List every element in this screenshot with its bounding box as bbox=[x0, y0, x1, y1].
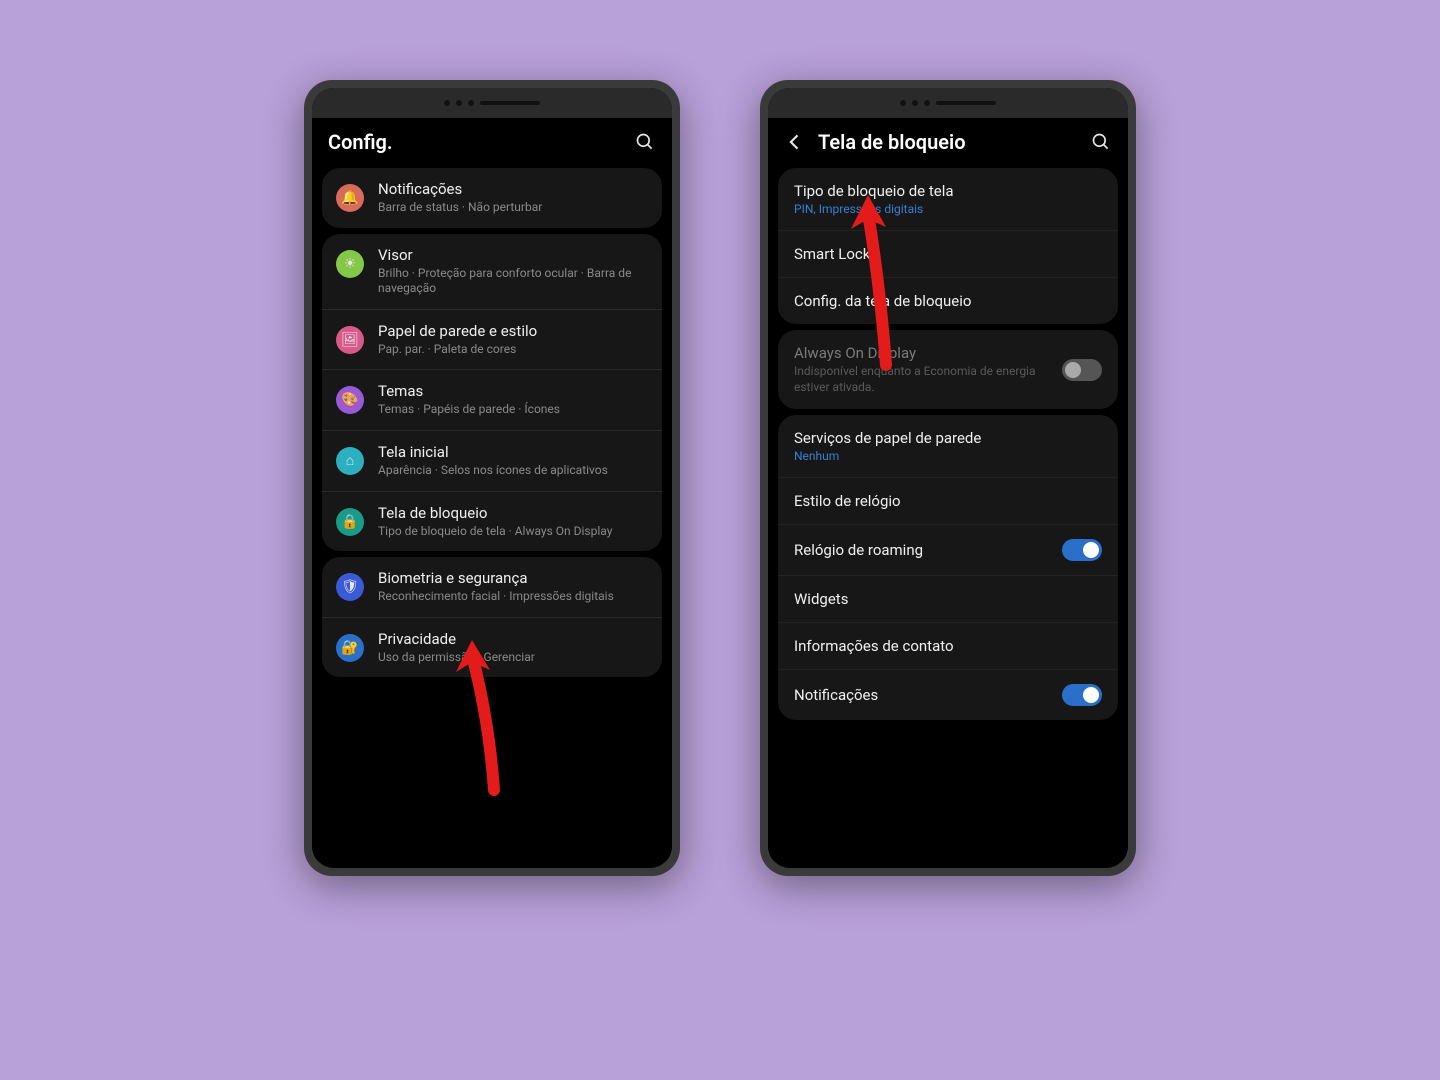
search-icon[interactable] bbox=[1090, 131, 1112, 153]
theme-icon: 🎨 bbox=[336, 386, 364, 414]
bell-icon: 🔔 bbox=[336, 184, 364, 212]
setting-subtitle: Reconhecimento facial · Impressões digit… bbox=[378, 589, 648, 605]
setting-subtitle: PIN, Impressões digitais bbox=[794, 202, 1102, 216]
privacy-icon: 🔐 bbox=[336, 634, 364, 662]
page-title: Tela de bloqueio bbox=[818, 130, 1078, 154]
setting-title: Privacidade bbox=[378, 630, 648, 648]
setting-visor[interactable]: ☀ Visor Brilho · Proteção para conforto oc… bbox=[322, 234, 662, 310]
setting-widgets[interactable]: Widgets bbox=[778, 576, 1118, 623]
setting-title: Visor bbox=[378, 246, 648, 264]
setting-servi-os-de-papel-de-parede[interactable]: Serviços de papel de parede Nenhum bbox=[778, 415, 1118, 478]
toggle-notifica-es[interactable] bbox=[1062, 684, 1102, 706]
setting-title: Serviços de papel de parede bbox=[794, 429, 1102, 447]
setting-always-on-display: Always On Display Indisponível enquanto … bbox=[778, 330, 1118, 409]
setting-biometria-e-seguran-a[interactable]: 🛡 Biometria e segurança Reconhecimento fac… bbox=[322, 557, 662, 618]
setting-title: Biometria e segurança bbox=[378, 569, 648, 587]
setting-rel-gio-de-roaming[interactable]: Relógio de roaming bbox=[778, 525, 1118, 576]
home-icon: ⌂ bbox=[336, 447, 364, 475]
setting-title: Relógio de roaming bbox=[794, 541, 1062, 559]
setting-subtitle: Nenhum bbox=[794, 449, 1102, 463]
setting-title: Notificações bbox=[794, 686, 1062, 704]
setting-subtitle: Brilho · Proteção para conforto ocular ·… bbox=[378, 266, 648, 297]
screen-header: Config. bbox=[312, 118, 672, 162]
phone-left: Config. 🔔 Notificações Barra de status · N… bbox=[304, 80, 680, 876]
setting-subtitle: Pap. par. · Paleta de cores bbox=[378, 342, 648, 358]
setting-title: Notificações bbox=[378, 180, 648, 198]
search-icon[interactable] bbox=[634, 131, 656, 153]
shield-icon: 🛡 bbox=[336, 573, 364, 601]
setting-smart-lock[interactable]: Smart Lock bbox=[778, 231, 1118, 278]
setting-title: Widgets bbox=[794, 590, 1102, 608]
setting-subtitle: Aparência · Selos nos ícones de aplicati… bbox=[378, 463, 648, 479]
setting-title: Config. da tela de bloqueio bbox=[794, 292, 1102, 310]
setting-subtitle: Uso da permissão · Gerenciar bbox=[378, 650, 648, 666]
setting-title: Tipo de bloqueio de tela bbox=[794, 182, 1102, 200]
setting-temas[interactable]: 🎨 Temas Temas · Papéis de parede · Ícones bbox=[322, 370, 662, 431]
page-title: Config. bbox=[328, 130, 622, 154]
lock-icon: 🔒 bbox=[336, 508, 364, 536]
setting-tipo-de-bloqueio-de-tela[interactable]: Tipo de bloqueio de tela PIN, Impressões … bbox=[778, 168, 1118, 231]
setting-tela-inicial[interactable]: ⌂ Tela inicial Aparência · Selos nos ícone… bbox=[322, 431, 662, 492]
setting-title: Estilo de relógio bbox=[794, 492, 1102, 510]
setting-title: Papel de parede e estilo bbox=[378, 322, 648, 340]
sun-icon: ☀ bbox=[336, 250, 364, 278]
setting-informa-es-de-contato[interactable]: Informações de contato bbox=[778, 623, 1118, 670]
setting-title: Tela inicial bbox=[378, 443, 648, 461]
setting-title: Informações de contato bbox=[794, 637, 1102, 655]
setting-subtitle: Barra de status · Não perturbar bbox=[378, 200, 648, 216]
setting-title: Smart Lock bbox=[794, 245, 1102, 263]
back-icon[interactable] bbox=[784, 131, 806, 153]
setting-notifica-es[interactable]: 🔔 Notificações Barra de status · Não pertu… bbox=[322, 168, 662, 228]
setting-estilo-de-rel-gio[interactable]: Estilo de relógio bbox=[778, 478, 1118, 525]
setting-title: Tela de bloqueio bbox=[378, 504, 648, 522]
toggle-always-on-display bbox=[1062, 359, 1102, 381]
setting-title: Temas bbox=[378, 382, 648, 400]
settings-screen: Config. 🔔 Notificações Barra de status · N… bbox=[312, 118, 672, 860]
setting-papel-de-parede-e-estilo[interactable]: 🖼 Papel de parede e estilo Pap. par. · Pal… bbox=[322, 310, 662, 371]
setting-config-da-tela-de-bloqueio[interactable]: Config. da tela de bloqueio bbox=[778, 278, 1118, 324]
setting-notifica-es[interactable]: Notificações bbox=[778, 670, 1118, 720]
phone-right: Tela de bloqueio Tipo de bloqueio de tel… bbox=[760, 80, 1136, 876]
wallpaper-icon: 🖼 bbox=[336, 326, 364, 354]
setting-subtitle: Tipo de bloqueio de tela · Always On Dis… bbox=[378, 524, 648, 540]
toggle-rel-gio-de-roaming[interactable] bbox=[1062, 539, 1102, 561]
setting-tela-de-bloqueio[interactable]: 🔒 Tela de bloqueio Tipo de bloqueio de tel… bbox=[322, 492, 662, 552]
setting-subtitle: Temas · Papéis de parede · Ícones bbox=[378, 402, 648, 418]
setting-title: Always On Display bbox=[794, 344, 1052, 362]
lockscreen-settings-screen: Tela de bloqueio Tipo de bloqueio de tel… bbox=[768, 118, 1128, 860]
setting-privacidade[interactable]: 🔐 Privacidade Uso da permissão · Gerenciar bbox=[322, 618, 662, 678]
screen-header: Tela de bloqueio bbox=[768, 118, 1128, 162]
setting-subtitle: Indisponível enquanto a Economia de ener… bbox=[794, 364, 1052, 395]
